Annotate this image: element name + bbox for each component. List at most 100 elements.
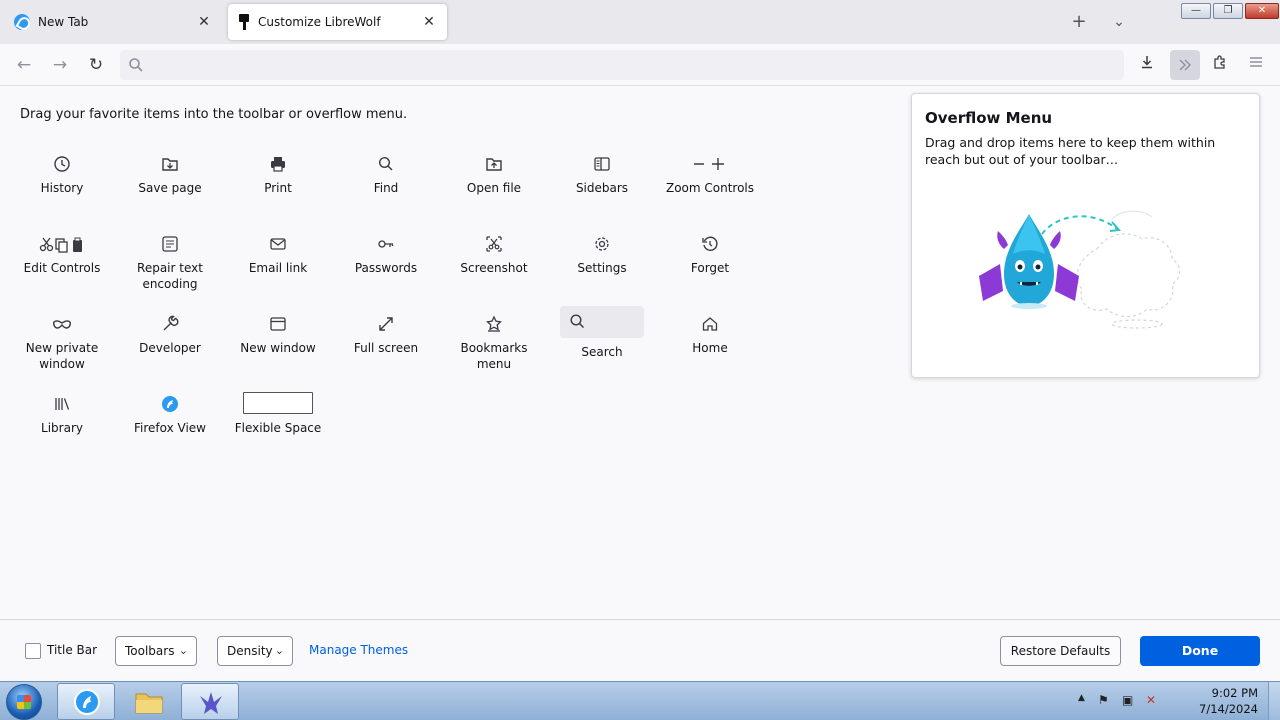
url-bar[interactable] — [120, 50, 1124, 80]
palette-item-email-link[interactable]: Email link — [224, 228, 332, 300]
list-all-tabs-button[interactable]: ⌄ — [1109, 12, 1129, 32]
item-label: Settings — [577, 261, 627, 275]
palette-item-firefox-view[interactable]: Firefox View — [116, 388, 224, 460]
palette-item-forget[interactable]: Forget — [656, 228, 764, 300]
customize-footer: Title Bar Toolbars ⌄ Density ⌄ Manage Th… — [0, 619, 1280, 681]
palette-item-screenshot[interactable]: Screenshot — [440, 228, 548, 300]
mascot-figure — [979, 214, 1079, 309]
palette-item-passwords[interactable]: Passwords — [332, 228, 440, 300]
overflow-menu-panel[interactable]: Overflow Menu Drag and drop items here t… — [911, 93, 1260, 378]
volume-muted-icon[interactable]: ✕ — [1146, 693, 1156, 707]
library-icon — [50, 394, 74, 414]
palette-item-bookmarks-menu[interactable]: Bookmarks menu — [440, 308, 548, 380]
clock-date: 7/14/2024 — [1199, 702, 1258, 716]
show-desktop-button[interactable] — [1268, 682, 1280, 720]
dashed-arrow — [1041, 215, 1118, 235]
title-bar-checkbox[interactable] — [25, 643, 41, 659]
palette-item-search[interactable]: Search — [548, 306, 656, 378]
item-label: Open file — [466, 181, 522, 195]
palette-item-save-page[interactable]: Save page — [116, 148, 224, 220]
toolbars-dropdown[interactable]: Toolbars ⌄ — [115, 636, 197, 666]
key-icon — [374, 234, 398, 254]
bookmarks-star-icon — [482, 314, 506, 334]
downloads-button[interactable] — [1134, 52, 1160, 78]
explorer-folder-icon — [134, 688, 164, 716]
history-icon — [50, 154, 74, 174]
title-bar-label[interactable]: Title Bar — [47, 643, 97, 657]
manage-themes-link[interactable]: Manage Themes — [309, 643, 408, 657]
palette-item-full-screen[interactable]: Full screen — [332, 308, 440, 380]
item-label: Bookmarks menu — [460, 341, 528, 371]
palette-item-home[interactable]: Home — [656, 308, 764, 380]
show-hidden-icons-icon[interactable]: ▲ — [1078, 693, 1085, 703]
dragon-app-icon — [196, 688, 226, 716]
palette-item-print[interactable]: Print — [224, 148, 332, 220]
item-label: Print — [264, 181, 292, 195]
item-label: Email link — [248, 261, 308, 275]
palette-item-library[interactable]: Library — [8, 388, 116, 460]
item-label: Forget — [690, 261, 730, 275]
taskbar-explorer[interactable] — [119, 683, 177, 720]
puzzle-icon — [1214, 55, 1225, 69]
palette-item-edit-controls[interactable]: Edit Controls — [8, 228, 116, 300]
search-icon — [128, 57, 144, 73]
toolbars-dropdown-label: Toolbars — [125, 644, 175, 658]
palette-item-find[interactable]: Find — [332, 148, 440, 220]
palette-item-open-file[interactable]: Open file — [440, 148, 548, 220]
reload-button[interactable]: ↻ — [83, 52, 109, 78]
restore-defaults-button[interactable]: Restore Defaults — [1000, 636, 1121, 666]
palette-item-developer[interactable]: Developer — [116, 308, 224, 380]
palette-item-history[interactable]: History — [8, 148, 116, 220]
close-tab-icon[interactable]: ✕ — [196, 14, 212, 30]
overflow-menu-button[interactable] — [1170, 50, 1200, 80]
palette-item-new-window[interactable]: New window — [224, 308, 332, 380]
item-label: Edit Controls — [23, 261, 101, 275]
done-button[interactable]: Done — [1140, 636, 1260, 666]
palette-item-new-private-window[interactable]: New private window — [8, 308, 116, 380]
item-label: Library — [41, 421, 83, 435]
item-label: Screenshot — [460, 261, 528, 275]
extensions-button[interactable] — [1207, 52, 1233, 78]
close-tab-icon[interactable]: ✕ — [421, 14, 437, 30]
firefox-view-icon — [158, 394, 182, 414]
item-label: Flexible Space — [234, 421, 322, 435]
palette-item-settings[interactable]: Settings — [548, 228, 656, 300]
tab-new-tab[interactable]: New Tab ✕ — [4, 4, 222, 40]
screenshot-icon — [482, 234, 506, 254]
close-window-button[interactable]: ✕ — [1245, 3, 1279, 19]
item-label: New private window — [25, 341, 99, 371]
tab-customize[interactable]: Customize LibreWolf ✕ — [228, 4, 447, 40]
item-label: Save page — [138, 181, 202, 195]
new-tab-button[interactable]: + — [1069, 12, 1089, 32]
item-label: Sidebars — [575, 181, 629, 195]
ghost-outline — [1076, 233, 1181, 329]
tab-label: Customize LibreWolf — [258, 15, 381, 29]
gear-icon — [590, 234, 614, 254]
action-center-flag-icon[interactable]: ⚑ — [1098, 693, 1109, 707]
taskbar-dragon-app[interactable] — [181, 683, 239, 720]
item-label: Find — [373, 181, 399, 195]
edit-controls-icon — [37, 234, 87, 254]
taskbar-librewolf[interactable] — [57, 683, 115, 720]
palette-item-flexible-space[interactable]: Flexible Space — [224, 388, 332, 460]
item-label: Home — [692, 341, 728, 355]
density-dropdown[interactable]: Density ⌄ — [217, 636, 293, 666]
print-icon — [266, 154, 290, 174]
chevron-down-icon: ⌄ — [178, 644, 188, 657]
back-button[interactable]: ← — [11, 52, 37, 78]
open-file-icon — [482, 154, 506, 174]
item-label: History — [40, 181, 84, 195]
network-icon[interactable]: ▣ — [1122, 693, 1133, 707]
app-menu-button[interactable] — [1243, 52, 1269, 78]
palette-item-repair-text-encoding[interactable]: Repair text encoding — [116, 228, 224, 300]
email-icon — [266, 234, 290, 254]
palette-item-sidebars[interactable]: Sidebars — [548, 148, 656, 220]
start-button[interactable] — [6, 684, 42, 720]
item-label: Firefox View — [133, 421, 206, 435]
palette-item-zoom-controls[interactable]: Zoom Controls — [656, 148, 764, 220]
restore-button[interactable]: ❐ — [1213, 3, 1243, 19]
forward-button[interactable]: → — [47, 52, 73, 78]
minimize-button[interactable]: — — [1181, 3, 1211, 19]
item-label: Zoom Controls — [665, 181, 755, 195]
system-clock[interactable]: 9:02 PM 7/14/2024 — [1199, 685, 1258, 717]
